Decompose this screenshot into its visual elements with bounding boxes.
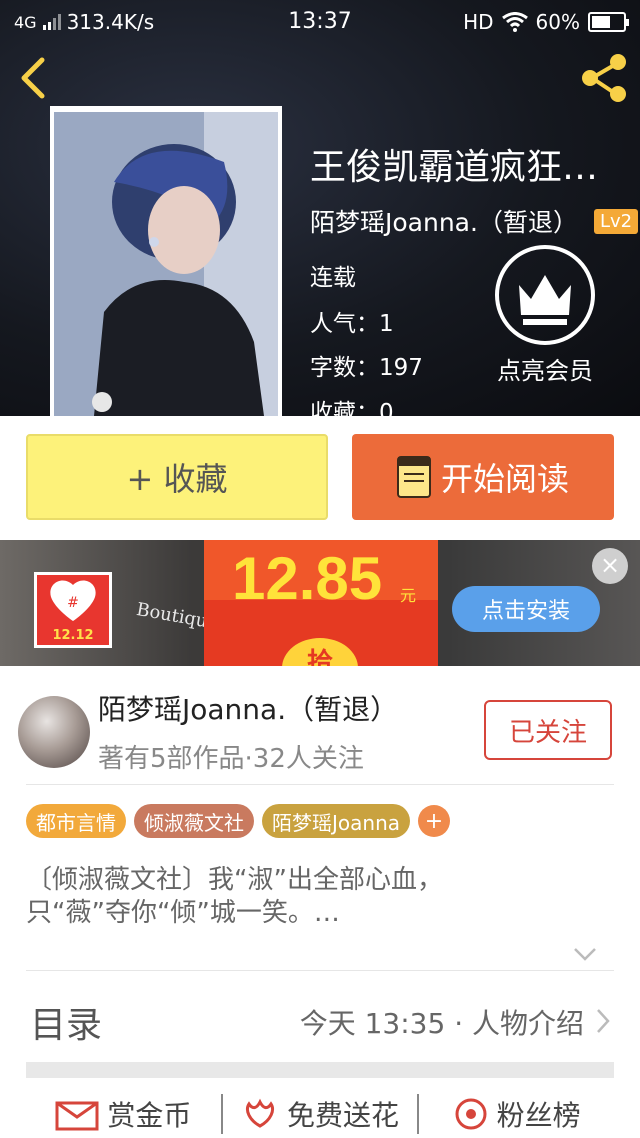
- intro-line: 〔倾淑薇文社〕我“淑”出全部心血，: [26, 865, 443, 895]
- battery-icon: [588, 12, 629, 32]
- ad-price-unit: 元: [400, 586, 417, 605]
- ad-price-panel: 12.85 元 拾: [204, 540, 438, 666]
- add-tag-button[interactable]: +: [418, 805, 450, 837]
- vip-label: 点亮会员: [497, 357, 593, 385]
- back-button[interactable]: [14, 52, 54, 102]
- fans-label: 粉丝榜: [496, 1099, 581, 1132]
- svg-text:#: #: [67, 595, 79, 611]
- action-bar: + 收藏 开始阅读: [0, 416, 640, 540]
- book-cover[interactable]: [50, 106, 282, 416]
- chevron-right-icon: [597, 1009, 610, 1033]
- ad-close-button[interactable]: ×: [592, 548, 628, 584]
- share-button[interactable]: [576, 50, 632, 106]
- crown-icon: [495, 245, 595, 345]
- book-intro[interactable]: 〔倾淑薇文社〕我“淑”出全部心血， 只“薇”夺你“倾”城一笑。…: [26, 864, 614, 930]
- book-author-name: 陌梦瑶Joanna.（暂退）: [310, 208, 578, 237]
- cover-photo: [54, 112, 278, 416]
- section-spacer: [26, 1062, 614, 1078]
- hd-indicator: HD: [463, 10, 494, 34]
- bottom-action-bar: 赏金币 免费送花 粉丝榜: [26, 1090, 614, 1138]
- table-of-contents-row[interactable]: 目录 今天 13:35 · 人物介绍: [26, 986, 614, 1060]
- author-avatar[interactable]: [18, 696, 90, 768]
- flower-icon: [245, 1098, 275, 1128]
- cover-image: [54, 112, 278, 416]
- flower-label: 免费送花: [287, 1099, 400, 1132]
- chevron-down-icon[interactable]: [572, 944, 598, 964]
- book-popularity: 人气：1: [310, 311, 394, 337]
- battery-percent: 60%: [535, 10, 580, 34]
- toc-latest-update: 今天 13:35 · 人物介绍: [299, 1007, 584, 1040]
- pinduoduo-logo-icon: # 12.12: [34, 572, 112, 648]
- status-bar: 4G 313.4K/s 13:37 HD 60%: [0, 0, 640, 44]
- start-reading-button[interactable]: 开始阅读: [352, 434, 614, 520]
- book-word-count: 字数：197: [310, 355, 423, 381]
- author-stats: 著有5部作品·32人关注: [98, 744, 364, 774]
- vip-button[interactable]: 点亮会员: [490, 245, 600, 386]
- tag-item[interactable]: 都市言情: [26, 804, 126, 838]
- ad-price: 12.85: [232, 545, 383, 612]
- share-icon: [582, 54, 626, 102]
- reward-label: 赏金币: [107, 1099, 192, 1132]
- author-name[interactable]: 陌梦瑶Joanna.（暂退）: [98, 688, 398, 728]
- tag-list: 都市言情 倾淑薇文社 陌梦瑶Joanna +: [26, 804, 450, 838]
- tag-item[interactable]: 倾淑薇文社: [134, 804, 254, 838]
- toc-label: 目录: [30, 1005, 103, 1046]
- book-icon: [396, 456, 431, 498]
- book-status: 连载: [310, 265, 356, 291]
- chevron-left-icon: [21, 57, 45, 99]
- envelope-icon: [55, 1101, 99, 1131]
- intro-line: 只“薇”夺你“倾”城一笑。…: [26, 898, 340, 928]
- divider: [26, 784, 614, 785]
- reward-coins-button[interactable]: 赏金币: [26, 1094, 221, 1134]
- tag-item[interactable]: 陌梦瑶Joanna: [262, 804, 410, 838]
- ad-logo-text: 12.12: [52, 628, 94, 643]
- start-reading-label: 开始阅读: [440, 460, 569, 498]
- author-card: 陌梦瑶Joanna.（暂退） 著有5部作品·32人关注 已关注 都市言情 倾淑薇…: [0, 666, 640, 1138]
- book-header: 4G 313.4K/s 13:37 HD 60% 王俊凯霸道疯狂… 陌梦瑶Joa…: [0, 0, 640, 416]
- target-icon: [455, 1098, 487, 1130]
- level-badge: Lv2: [593, 208, 639, 234]
- divider: [26, 970, 614, 971]
- book-author[interactable]: 陌梦瑶Joanna.（暂退） Lv2: [310, 203, 640, 239]
- ad-install-button[interactable]: 点击安装: [452, 586, 600, 632]
- ad-banner[interactable]: # 12.12 Boutique 12.85 元 拾 点击安装: [0, 540, 640, 666]
- free-flower-button[interactable]: 免费送花: [223, 1094, 418, 1134]
- book-title: 王俊凯霸道疯狂…: [310, 147, 599, 188]
- book-favorites: 收藏：0: [310, 400, 394, 416]
- wifi-icon: [501, 12, 528, 32]
- follow-button[interactable]: 已关注: [484, 700, 612, 760]
- fans-ranking-button[interactable]: 粉丝榜: [419, 1094, 614, 1134]
- ad-coin-icon: 拾: [282, 638, 358, 666]
- collect-button[interactable]: + 收藏: [26, 434, 328, 520]
